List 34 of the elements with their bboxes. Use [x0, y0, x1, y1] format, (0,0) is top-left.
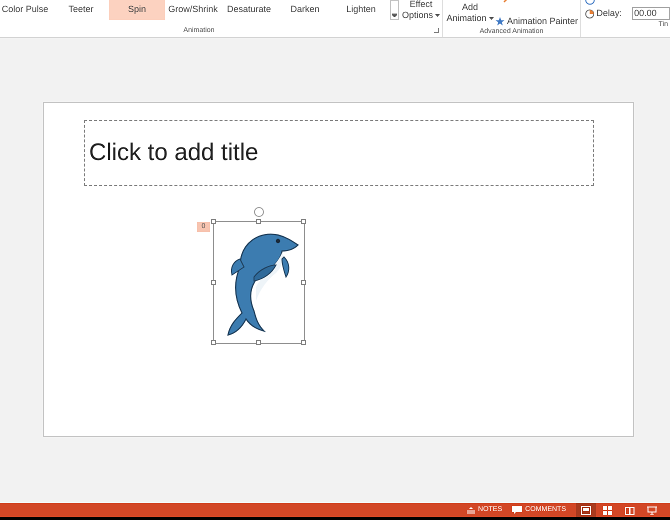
- resize-handle[interactable]: [211, 219, 216, 224]
- animation-gallery-item[interactable]: Teeter: [53, 0, 109, 20]
- notes-icon: [467, 506, 476, 514]
- caret-icon: [488, 17, 494, 20]
- dialog-launcher-icon[interactable]: [434, 28, 439, 34]
- time-field[interactable]: 00.00: [632, 7, 670, 20]
- resize-handle[interactable]: [301, 219, 306, 224]
- comment-icon: [512, 506, 522, 514]
- animation-gallery-item[interactable]: Lighten: [333, 0, 389, 20]
- normal-view-button[interactable]: [576, 503, 596, 517]
- animation-gallery-item[interactable]: Desaturate: [221, 0, 277, 20]
- animation-gallery-item[interactable]: Spin: [109, 0, 165, 20]
- effect-options-button[interactable]: Effect Options: [401, 0, 441, 26]
- book-icon: [625, 506, 635, 514]
- caret-icon: [435, 14, 440, 18]
- field-label: Delay:: [596, 6, 623, 20]
- resize-handle[interactable]: [301, 340, 306, 345]
- resize-handle[interactable]: [256, 340, 261, 345]
- title-placeholder[interactable]: Click to add title: [84, 120, 594, 186]
- rotate-handle[interactable]: [254, 207, 264, 217]
- grid-icon: [603, 506, 613, 514]
- resize-handle[interactable]: [211, 280, 216, 284]
- animation-gallery-item[interactable]: Grow/Shrink: [165, 0, 221, 20]
- resize-handle[interactable]: [211, 340, 216, 345]
- monitor-icon: [581, 506, 591, 514]
- gallery-more-button[interactable]: [390, 0, 399, 20]
- animation-gallery-item[interactable]: Darken: [277, 0, 333, 20]
- scroll-down-icon: [392, 13, 397, 17]
- resize-handle[interactable]: [301, 280, 306, 284]
- animation-painter-button[interactable]: Animation Painter: [495, 16, 578, 27]
- resize-handle[interactable]: [256, 219, 261, 224]
- add-animation-button[interactable]: Add Animation: [445, 0, 495, 27]
- projector-icon: [647, 506, 657, 514]
- animation-gallery-item[interactable]: Color Pulse: [0, 0, 53, 20]
